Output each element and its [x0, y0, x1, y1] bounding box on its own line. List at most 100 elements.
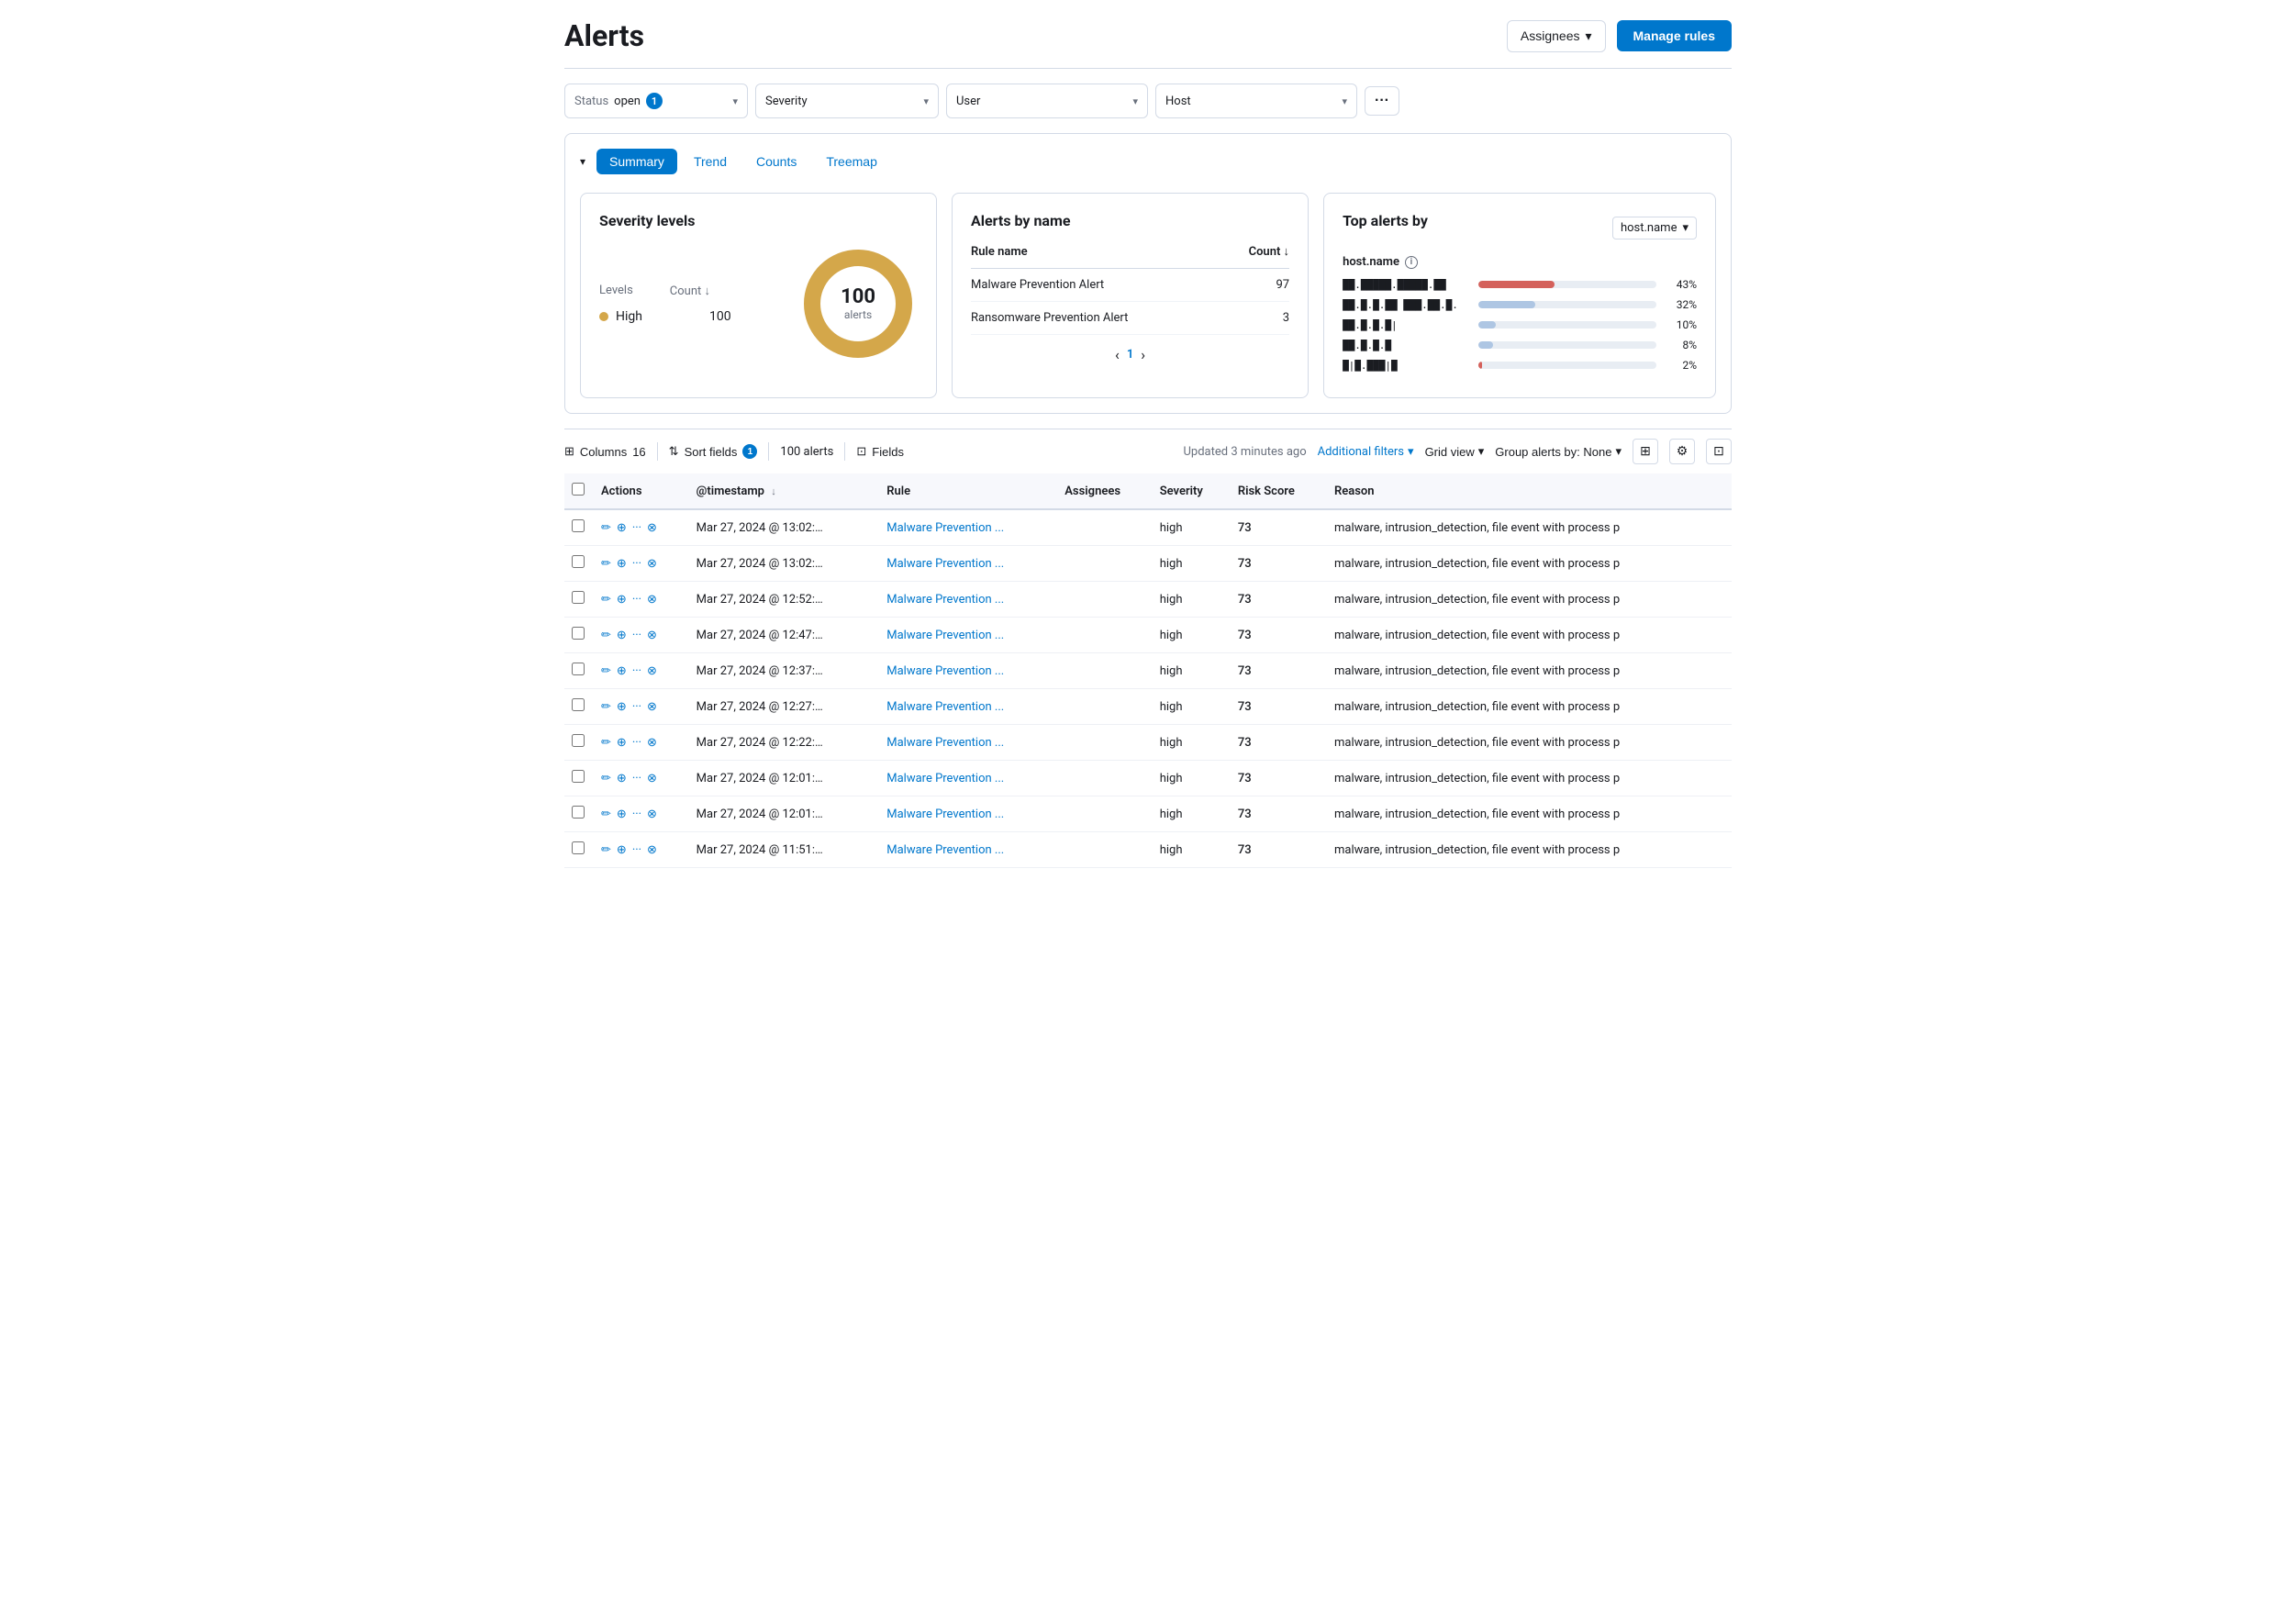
row-checkbox[interactable]: [572, 698, 585, 711]
row-checkbox[interactable]: [572, 555, 585, 568]
edit-icon[interactable]: ✏: [601, 557, 611, 571]
rule-link[interactable]: Malware Prevention ...: [886, 664, 1004, 678]
shield-icon[interactable]: ⊗: [647, 629, 657, 642]
panel-toggle-icon[interactable]: ▾: [580, 155, 585, 168]
current-page[interactable]: 1: [1127, 348, 1133, 362]
edit-icon[interactable]: ✏: [601, 700, 611, 714]
rule-link[interactable]: Malware Prevention ...: [886, 629, 1004, 642]
more-icon[interactable]: ···: [632, 808, 641, 821]
row-checkbox[interactable]: [572, 663, 585, 675]
network-icon[interactable]: ⊕: [617, 808, 627, 821]
row-checkbox[interactable]: [572, 627, 585, 640]
network-icon[interactable]: ⊕: [617, 700, 627, 714]
select-all-col: [564, 473, 594, 509]
chevron-down-icon: ▾: [732, 95, 738, 107]
network-icon[interactable]: ⊕: [617, 629, 627, 642]
rule-link[interactable]: Malware Prevention ...: [886, 521, 1004, 535]
shield-icon[interactable]: ⊗: [647, 808, 657, 821]
row-checkbox[interactable]: [572, 770, 585, 783]
shield-icon[interactable]: ⊗: [647, 593, 657, 607]
rule-link[interactable]: Malware Prevention ...: [886, 808, 1004, 821]
edit-icon[interactable]: ✏: [601, 736, 611, 750]
network-icon[interactable]: ⊕: [617, 521, 627, 535]
tab-treemap[interactable]: Treemap: [813, 149, 890, 174]
user-filter[interactable]: User ▾: [946, 84, 1148, 118]
top-alerts-title: Top alerts by: [1343, 212, 1428, 229]
edit-icon[interactable]: ✏: [601, 521, 611, 535]
alert-name-row: Malware Prevention Alert 97: [971, 269, 1289, 302]
network-icon[interactable]: ⊕: [617, 557, 627, 571]
shield-icon[interactable]: ⊗: [647, 843, 657, 857]
network-icon[interactable]: ⊕: [617, 664, 627, 678]
row-actions: ✏ ⊕ ··· ⊗: [601, 664, 682, 678]
status-filter[interactable]: Status open 1 ▾: [564, 84, 748, 118]
more-icon[interactable]: ···: [632, 700, 641, 714]
shield-icon[interactable]: ⊗: [647, 557, 657, 571]
rule-link[interactable]: Malware Prevention ...: [886, 593, 1004, 607]
rule-link[interactable]: Malware Prevention ...: [886, 736, 1004, 750]
table-row: ✏ ⊕ ··· ⊗ Mar 27, 2024 @ 12:01:… Malware…: [564, 796, 1732, 832]
edit-icon[interactable]: ✏: [601, 808, 611, 821]
network-icon[interactable]: ⊕: [617, 593, 627, 607]
risk-score-cell: 73: [1231, 796, 1327, 832]
shield-icon[interactable]: ⊗: [647, 736, 657, 750]
settings-icon-button[interactable]: ⚙: [1669, 439, 1695, 464]
row-actions: ✏ ⊕ ··· ⊗: [601, 593, 682, 607]
timestamp-header[interactable]: @timestamp ↓: [689, 473, 880, 509]
rule-link[interactable]: Malware Prevention ...: [886, 700, 1004, 714]
severity-table: Levels Count ↓ High 100: [599, 284, 776, 324]
tab-counts[interactable]: Counts: [743, 149, 809, 174]
tab-summary[interactable]: Summary: [596, 149, 677, 174]
columns-button[interactable]: ⊞ Columns 16: [564, 444, 646, 459]
more-filters-button[interactable]: ···: [1365, 86, 1399, 116]
rule-link[interactable]: Malware Prevention ...: [886, 843, 1004, 857]
row-checkbox[interactable]: [572, 519, 585, 532]
host-filter[interactable]: Host ▾: [1155, 84, 1357, 118]
tab-trend[interactable]: Trend: [681, 149, 740, 174]
edit-icon[interactable]: ✏: [601, 629, 611, 642]
top-alerts-card: Top alerts by host.name ▾ host.name i ██…: [1323, 193, 1716, 398]
top-alerts-select[interactable]: host.name ▾: [1612, 217, 1697, 239]
manage-rules-button[interactable]: Manage rules: [1617, 20, 1732, 51]
more-icon[interactable]: ···: [632, 629, 641, 642]
more-icon[interactable]: ···: [632, 593, 641, 607]
shield-icon[interactable]: ⊗: [647, 700, 657, 714]
shield-icon[interactable]: ⊗: [647, 772, 657, 785]
table-view-icon-button[interactable]: ⊞: [1633, 439, 1658, 464]
row-checkbox[interactable]: [572, 806, 585, 819]
more-icon[interactable]: ···: [632, 557, 641, 571]
select-all-checkbox[interactable]: [572, 483, 585, 496]
row-checkbox[interactable]: [572, 841, 585, 854]
network-icon[interactable]: ⊕: [617, 843, 627, 857]
grid-view-select[interactable]: Grid view ▾: [1425, 444, 1485, 459]
rule-link[interactable]: Malware Prevention ...: [886, 557, 1004, 571]
prev-page-arrow[interactable]: ‹: [1115, 346, 1120, 363]
next-page-arrow[interactable]: ›: [1141, 346, 1145, 363]
rule-link[interactable]: Malware Prevention ...: [886, 772, 1004, 785]
edit-icon[interactable]: ✏: [601, 843, 611, 857]
user-filter-label: User: [956, 95, 980, 108]
assignees-button[interactable]: Assignees ▾: [1507, 20, 1606, 52]
additional-filters-button[interactable]: Additional filters ▾: [1318, 445, 1414, 459]
expand-icon-button[interactable]: ⊡: [1706, 439, 1732, 464]
edit-icon[interactable]: ✏: [601, 593, 611, 607]
more-icon[interactable]: ···: [632, 736, 641, 750]
row-checkbox[interactable]: [572, 591, 585, 604]
severity-filter[interactable]: Severity ▾: [755, 84, 939, 118]
edit-icon[interactable]: ✏: [601, 772, 611, 785]
shield-icon[interactable]: ⊗: [647, 664, 657, 678]
network-icon[interactable]: ⊕: [617, 736, 627, 750]
more-icon[interactable]: ···: [632, 772, 641, 785]
group-alerts-select[interactable]: Group alerts by: None ▾: [1495, 444, 1622, 459]
more-icon[interactable]: ···: [632, 521, 641, 535]
timestamp-cell: Mar 27, 2024 @ 12:01:…: [689, 796, 880, 832]
info-icon[interactable]: i: [1405, 256, 1418, 269]
fields-button[interactable]: ⊡ Fields: [856, 444, 904, 459]
sort-fields-button[interactable]: ⇅ Sort fields 1: [669, 444, 758, 459]
row-checkbox[interactable]: [572, 734, 585, 747]
shield-icon[interactable]: ⊗: [647, 521, 657, 535]
more-icon[interactable]: ···: [632, 843, 641, 857]
more-icon[interactable]: ···: [632, 664, 641, 678]
edit-icon[interactable]: ✏: [601, 664, 611, 678]
network-icon[interactable]: ⊕: [617, 772, 627, 785]
